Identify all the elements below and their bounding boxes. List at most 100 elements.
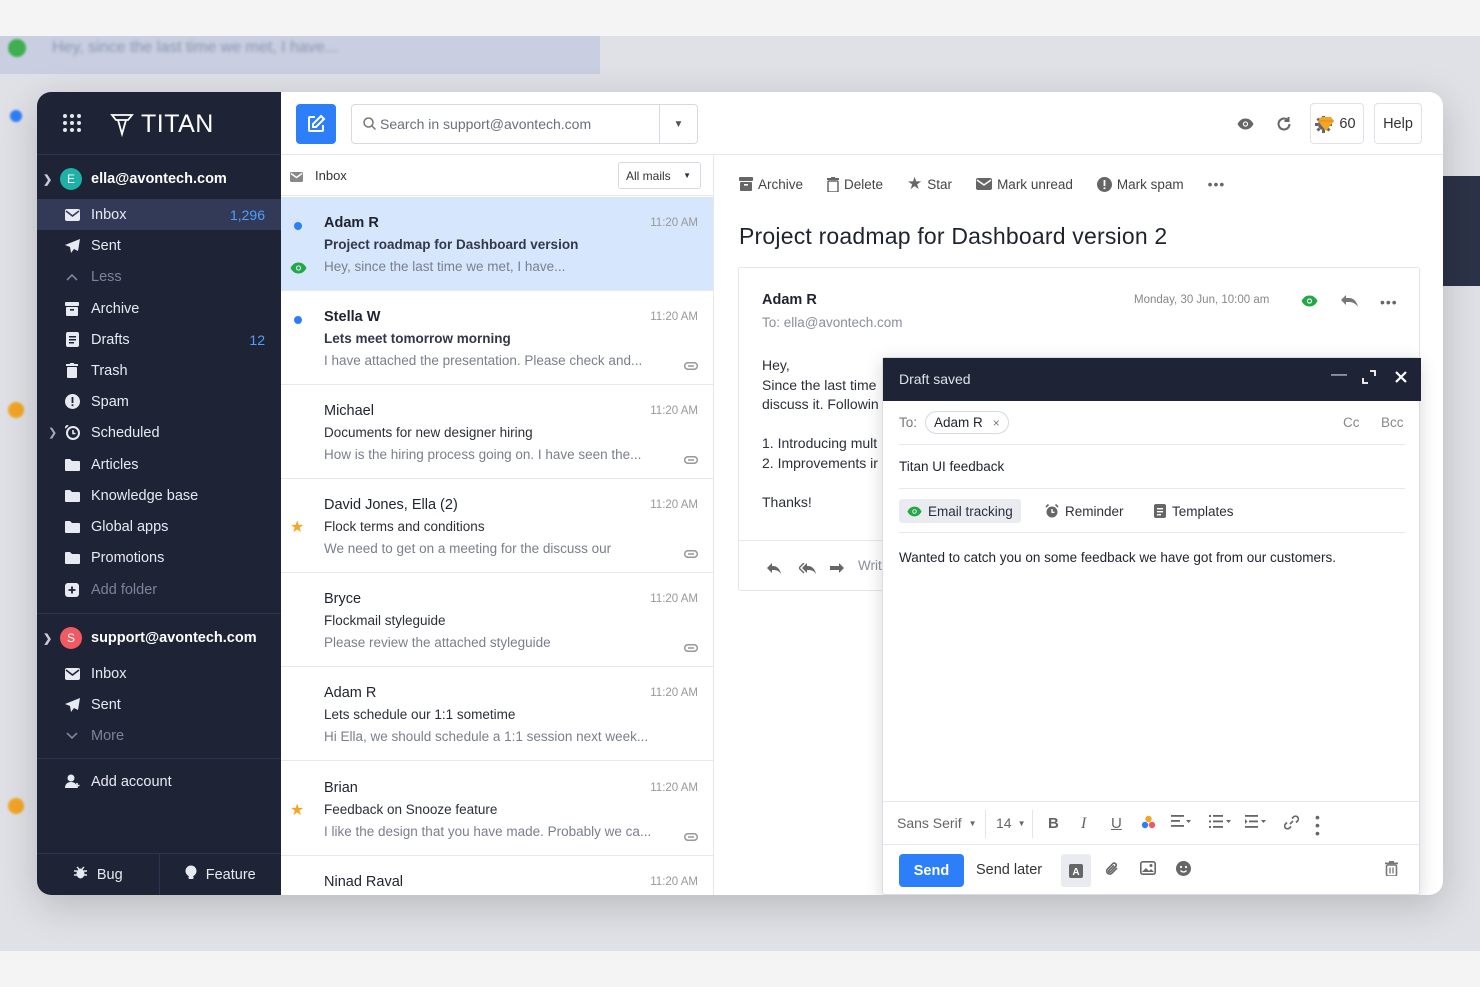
- chevron-right-icon[interactable]: ❯: [48, 426, 57, 439]
- eye-icon[interactable]: [1301, 294, 1318, 312]
- mail-row[interactable]: Adam R Lets schedule our 1:1 sometime Hi…: [281, 667, 713, 761]
- eye-icon[interactable]: [1236, 115, 1254, 133]
- close-icon[interactable]: [1395, 370, 1407, 388]
- forward-icon[interactable]: [830, 561, 844, 579]
- link-icon[interactable]: [1284, 815, 1299, 830]
- chevron-down-icon[interactable]: ❯: [43, 632, 52, 645]
- sidebar-item-articles[interactable]: Articles: [37, 449, 281, 480]
- envelope-icon: [64, 666, 80, 682]
- reply-icon[interactable]: [767, 561, 781, 579]
- mail-row[interactable]: ★ David Jones, Ella (2) Flock terms and …: [281, 479, 713, 573]
- font-size-select[interactable]: 14 ▼: [996, 815, 1026, 831]
- italic-icon[interactable]: I: [1081, 815, 1086, 833]
- sidebar-item-sent[interactable]: Sent: [37, 230, 281, 261]
- sidebar-item-inbox[interactable]: Inbox 1,296: [37, 199, 281, 230]
- mark-spam-button[interactable]: Mark spam: [1096, 176, 1184, 192]
- help-button[interactable]: Help: [1374, 103, 1422, 144]
- coins-badge[interactable]: 60: [1310, 103, 1364, 144]
- refresh-icon[interactable]: [1275, 115, 1293, 133]
- apps-grid-icon[interactable]: [63, 114, 81, 132]
- mail-preview: Hey, since the last time we met, I have.…: [324, 259, 566, 274]
- mail-row[interactable]: Michael Documents for new designer hirin…: [281, 385, 713, 479]
- subject-field[interactable]: Titan UI feedback: [899, 459, 1004, 474]
- more-vertical-icon[interactable]: • • •: [1315, 810, 1320, 840]
- mark-unread-button[interactable]: Mark unread: [976, 177, 1073, 192]
- star-button[interactable]: ★ Star: [907, 174, 952, 194]
- mail-row[interactable]: ★ Brian Feedback on Snooze feature I lik…: [281, 762, 713, 856]
- search-box[interactable]: ▼: [351, 104, 698, 144]
- more-actions-button[interactable]: •••: [1208, 176, 1226, 192]
- delete-button[interactable]: Delete: [827, 176, 883, 192]
- recipient-chip[interactable]: Adam R ×: [925, 411, 1009, 434]
- paper-plane-icon: [64, 238, 80, 254]
- sidebar-item-sent[interactable]: Sent: [37, 689, 281, 720]
- sidebar-item-promotions[interactable]: Promotions: [37, 542, 281, 573]
- sidebar-item-trash[interactable]: Trash: [37, 355, 281, 386]
- chevron-down-icon[interactable]: ❯: [43, 173, 52, 186]
- reply-placeholder[interactable]: Writ: [858, 558, 882, 573]
- font-size-value: 14: [996, 815, 1012, 831]
- feature-button[interactable]: Feature: [158, 854, 282, 895]
- send-later-button[interactable]: Send later: [976, 862, 1042, 878]
- sidebar-item-archive[interactable]: Archive: [37, 293, 281, 324]
- archive-button[interactable]: Archive: [739, 177, 803, 192]
- bold-icon[interactable]: B: [1048, 815, 1059, 832]
- mail-row[interactable]: Adam R Project roadmap for Dashboard ver…: [281, 197, 713, 291]
- trash-icon[interactable]: [1385, 861, 1398, 881]
- reminder-button[interactable]: Reminder: [1037, 499, 1132, 523]
- more-icon[interactable]: •••: [1380, 294, 1398, 310]
- reply-all-icon[interactable]: [1341, 294, 1358, 312]
- image-icon[interactable]: [1140, 861, 1156, 880]
- text-format-icon[interactable]: A: [1061, 854, 1091, 887]
- mail-subject: Documents for new designer hiring: [324, 425, 533, 440]
- sidebar-item-drafts[interactable]: Drafts 12: [37, 324, 281, 355]
- remove-recipient-icon[interactable]: ×: [993, 416, 1000, 430]
- font-family-select[interactable]: Sans Serif ▼: [897, 815, 977, 831]
- emoji-icon[interactable]: [1176, 861, 1191, 881]
- cc-button[interactable]: Cc: [1343, 415, 1360, 430]
- indent-icon[interactable]: [1245, 815, 1267, 828]
- star-icon[interactable]: ★: [290, 800, 304, 820]
- underline-icon[interactable]: U: [1111, 815, 1122, 832]
- sidebar-item-global-apps[interactable]: Global apps: [37, 511, 281, 542]
- account-header[interactable]: ❯ S support@avontech.com: [37, 621, 281, 655]
- add-account-button[interactable]: Add account: [37, 766, 281, 797]
- color-palette-icon[interactable]: [1141, 815, 1156, 830]
- reply-all-icon[interactable]: [798, 561, 816, 579]
- sidebar-item-spam[interactable]: Spam: [37, 386, 281, 417]
- templates-button[interactable]: Templates: [1146, 499, 1242, 523]
- paperclip-icon[interactable]: [1105, 861, 1119, 882]
- minimize-icon[interactable]: —: [1331, 366, 1347, 384]
- email-tracking-toggle[interactable]: Email tracking: [899, 499, 1021, 523]
- send-button[interactable]: Send: [899, 854, 964, 887]
- search-input[interactable]: [380, 113, 650, 135]
- star-icon[interactable]: ★: [290, 517, 304, 537]
- sidebar-item-scheduled[interactable]: ❯ Scheduled: [37, 417, 281, 448]
- mail-row[interactable]: Stella W Lets meet tomorrow morning I ha…: [281, 291, 713, 385]
- mail-row[interactable]: Ninad Raval 11:20 AM: [281, 856, 713, 895]
- compose-body[interactable]: Wanted to catch you on some feedback we …: [899, 550, 1336, 565]
- mail-row[interactable]: Bryce Flockmail styleguide Please review…: [281, 573, 713, 667]
- folder-icon: [64, 457, 80, 473]
- bug-button[interactable]: Bug: [37, 854, 159, 895]
- align-icon[interactable]: [1171, 815, 1191, 827]
- numbered-list-icon[interactable]: [1209, 815, 1231, 828]
- mail-preview: We need to get on a meeting for the disc…: [324, 541, 612, 556]
- envelope-icon: [64, 207, 80, 223]
- sidebar-item-less[interactable]: Less: [37, 261, 281, 292]
- sidebar-item-add-folder[interactable]: Add folder: [37, 574, 281, 605]
- sidebar-item-label: More: [91, 727, 125, 744]
- compose-button[interactable]: [296, 104, 336, 144]
- expand-icon[interactable]: [1362, 370, 1376, 389]
- sidebar-item-knowledge-base[interactable]: Knowledge base: [37, 480, 281, 511]
- bcc-button[interactable]: Bcc: [1381, 415, 1404, 430]
- search-options-dropdown[interactable]: ▼: [659, 105, 697, 143]
- sidebar-item-more[interactable]: More: [37, 720, 281, 751]
- mail-sender: Adam R: [324, 685, 377, 701]
- compose-icon: [308, 114, 326, 132]
- account-header[interactable]: ❯ E ella@avontech.com: [37, 162, 281, 196]
- mail-filter-select[interactable]: All mails ▼: [618, 162, 701, 189]
- mail-subject: Lets meet tomorrow morning: [324, 331, 511, 346]
- sidebar-item-inbox[interactable]: Inbox: [37, 658, 281, 689]
- eye-icon: [290, 261, 307, 279]
